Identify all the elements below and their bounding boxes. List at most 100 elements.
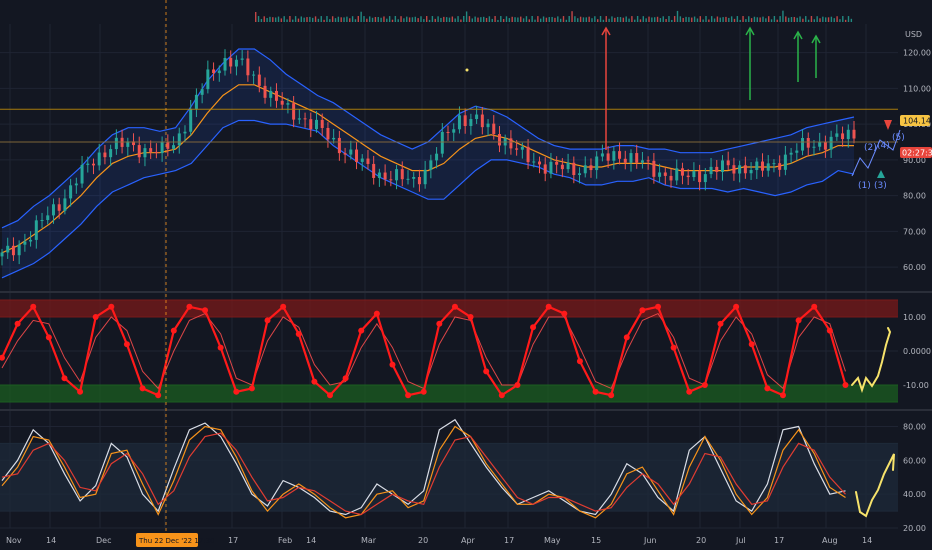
candle-body[interactable]: [309, 119, 313, 130]
candle-body[interactable]: [680, 168, 684, 176]
candle-body[interactable]: [755, 161, 759, 171]
candle-body[interactable]: [743, 165, 747, 174]
candle-body[interactable]: [91, 163, 95, 166]
candle-body[interactable]: [143, 148, 147, 158]
candle-body[interactable]: [806, 138, 810, 148]
candle-body[interactable]: [629, 153, 633, 163]
candle-body[interactable]: [640, 160, 644, 163]
candle-body[interactable]: [395, 169, 399, 181]
candle-body[interactable]: [63, 198, 67, 211]
candle-body[interactable]: [795, 150, 799, 153]
candle-body[interactable]: [720, 160, 724, 172]
candle-body[interactable]: [212, 69, 216, 74]
candle-body[interactable]: [297, 118, 301, 120]
candle-body[interactable]: [6, 245, 10, 253]
candle-body[interactable]: [646, 160, 650, 162]
candle-body[interactable]: [137, 145, 141, 158]
candle-body[interactable]: [732, 165, 736, 174]
candle-body[interactable]: [801, 138, 805, 151]
candle-body[interactable]: [274, 90, 278, 101]
candle-body[interactable]: [29, 239, 33, 242]
candle-body[interactable]: [366, 158, 370, 164]
candle-body[interactable]: [846, 129, 850, 140]
candle-body[interactable]: [469, 119, 473, 127]
candle-body[interactable]: [154, 151, 158, 154]
candle-body[interactable]: [86, 163, 90, 165]
candle-body[interactable]: [589, 165, 593, 171]
candle-body[interactable]: [663, 172, 667, 176]
candle-body[interactable]: [457, 115, 461, 130]
candle-body[interactable]: [172, 145, 176, 149]
candle-body[interactable]: [160, 141, 164, 154]
candle-body[interactable]: [417, 176, 421, 185]
candle-body[interactable]: [223, 57, 227, 71]
candle-body[interactable]: [303, 118, 307, 120]
candle-body[interactable]: [698, 171, 702, 183]
candle-body[interactable]: [206, 69, 210, 90]
candle-body[interactable]: [572, 162, 576, 176]
candle-body[interactable]: [560, 164, 564, 170]
candle-body[interactable]: [97, 152, 101, 166]
candle-body[interactable]: [692, 171, 696, 178]
candle-body[interactable]: [109, 149, 113, 158]
candle-body[interactable]: [46, 215, 50, 221]
candle-body[interactable]: [549, 161, 553, 174]
candle-body[interactable]: [761, 161, 765, 171]
candle-body[interactable]: [149, 148, 153, 152]
candle-body[interactable]: [715, 166, 719, 172]
candle-body[interactable]: [246, 58, 250, 76]
candle-body[interactable]: [103, 152, 107, 158]
candle-body[interactable]: [57, 204, 61, 211]
candle-body[interactable]: [606, 153, 610, 161]
candle-body[interactable]: [835, 133, 839, 137]
candle-body[interactable]: [515, 148, 519, 150]
candle-body[interactable]: [200, 89, 204, 95]
candle-body[interactable]: [217, 70, 221, 74]
candle-body[interactable]: [783, 154, 787, 170]
candle-body[interactable]: [703, 174, 707, 183]
candle-body[interactable]: [355, 149, 359, 162]
candle-body[interactable]: [286, 103, 290, 105]
candle-body[interactable]: [166, 141, 170, 149]
candle-body[interactable]: [578, 173, 582, 176]
candle-body[interactable]: [314, 119, 318, 130]
candle-body[interactable]: [543, 164, 547, 174]
candle-body[interactable]: [652, 160, 656, 177]
candle-body[interactable]: [189, 108, 193, 132]
candle-body[interactable]: [360, 158, 364, 162]
candle-body[interactable]: [240, 58, 244, 60]
candle-body[interactable]: [709, 166, 713, 175]
candle-body[interactable]: [440, 131, 444, 154]
candle-body[interactable]: [400, 169, 404, 180]
candle-body[interactable]: [520, 146, 524, 150]
candle-body[interactable]: [229, 57, 233, 67]
candle-body[interactable]: [600, 153, 604, 157]
candle-body[interactable]: [40, 220, 44, 222]
candle-body[interactable]: [446, 131, 450, 133]
candle-body[interactable]: [452, 129, 456, 133]
candle-body[interactable]: [406, 178, 410, 180]
candle-body[interactable]: [69, 185, 73, 199]
candle-body[interactable]: [738, 165, 742, 174]
candle-body[interactable]: [383, 172, 387, 180]
candle-body[interactable]: [852, 129, 856, 139]
candle-body[interactable]: [337, 137, 341, 154]
candle-body[interactable]: [429, 160, 433, 170]
candle-body[interactable]: [263, 85, 267, 98]
candle-body[interactable]: [675, 168, 679, 181]
candle-body[interactable]: [823, 141, 827, 150]
candle-body[interactable]: [669, 175, 673, 181]
candle-body[interactable]: [74, 183, 78, 186]
candle-body[interactable]: [349, 149, 353, 155]
candle-body[interactable]: [772, 163, 776, 165]
candle-body[interactable]: [292, 103, 296, 120]
candle-body[interactable]: [658, 172, 662, 177]
candle-body[interactable]: [538, 161, 542, 165]
candle-body[interactable]: [23, 241, 27, 245]
candle-body[interactable]: [412, 176, 416, 179]
candle-body[interactable]: [841, 133, 845, 140]
candle-body[interactable]: [280, 100, 284, 105]
candle-body[interactable]: [114, 137, 118, 150]
candle-body[interactable]: [0, 252, 4, 257]
candle-body[interactable]: [766, 163, 770, 171]
